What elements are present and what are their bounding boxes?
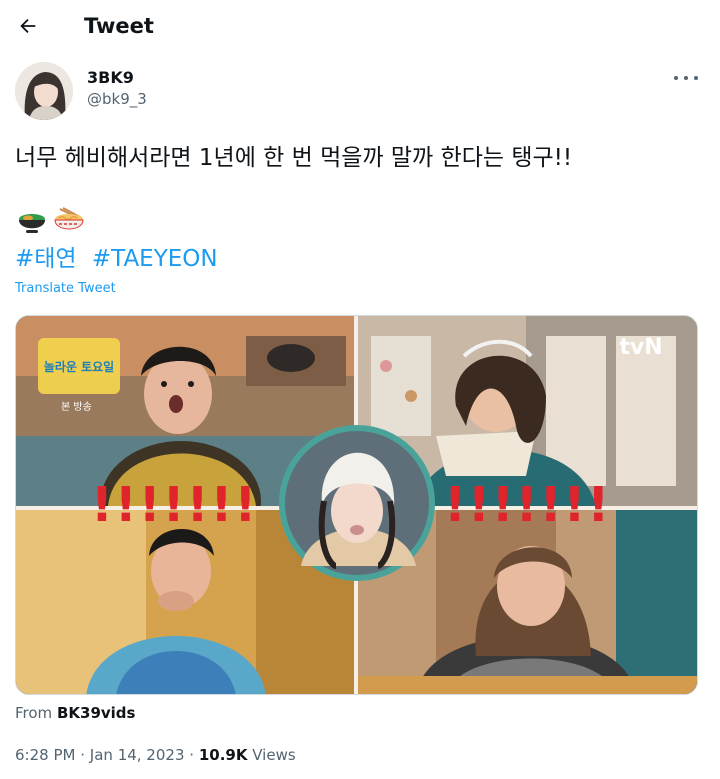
more-options-button[interactable] [674,70,698,86]
views-count: 10.9K [198,746,248,764]
show-subtitle-text: 본 방송 [61,401,92,413]
meta-separator: · [189,746,195,764]
source-link[interactable]: BK39vids [57,704,136,722]
display-name[interactable]: 3BK9 [87,67,147,89]
more-dot-icon [694,76,698,80]
hashtag-link[interactable]: #TAEYEON [92,246,218,272]
back-button[interactable] [14,12,42,40]
tweet-text: 너무 헤비해서라면 1년에 한 번 먹을까 말까 한다는 탱구!! [15,145,573,171]
hashtag-link[interactable]: #태연 [15,246,77,272]
meta-separator: · [80,746,86,764]
hashtags: #태연 #TAEYEON [15,244,218,274]
arrow-left-icon [20,18,36,34]
tweet-time[interactable]: 6:28 PM [15,746,75,764]
show-logo-text: 놀라운 토요일 [44,359,114,374]
exclaim-left: !!!!!!! [91,477,258,533]
emoji-row [16,207,86,239]
more-dot-icon [684,76,688,80]
tweet-author: 3BK9 @bk9_3 [15,62,147,120]
center-portrait [279,425,435,581]
avatar[interactable] [15,62,73,120]
translate-tweet-link[interactable]: Translate Tweet [15,281,116,296]
exclaim-right: !!!!!!! [444,477,611,533]
media-source: From BK39vids [15,704,135,722]
curry-bowl-emoji [19,214,45,233]
tweet-date[interactable]: Jan 14, 2023 [90,746,185,764]
user-handle[interactable]: @bk9_3 [87,89,147,109]
page-title: Tweet [84,14,154,38]
more-dot-icon [674,76,678,80]
source-prefix: From [15,704,53,722]
top-bar: Tweet [0,0,720,54]
channel-logo: tvN [619,335,662,360]
tweet-meta: 6:28 PM · Jan 14, 2023 · 10.9K Views [15,746,296,764]
views-label: Views [252,746,296,764]
tweet-media[interactable]: 놀라운 토요일 본 방송 tvN !!!!!!! !!!!!!! [15,315,698,695]
ramen-bowl-emoji [54,207,84,230]
